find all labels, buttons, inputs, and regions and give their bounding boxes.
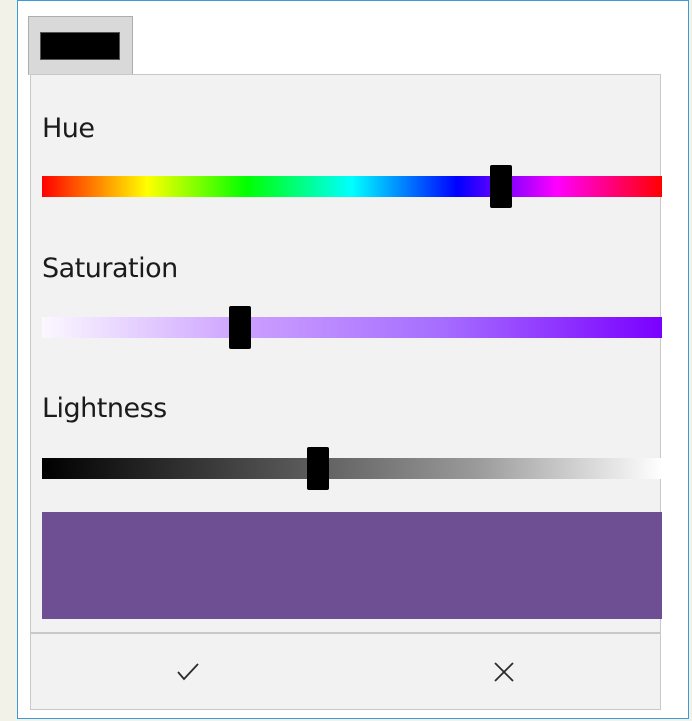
color-picker-flyout: Hue Saturation Lightness bbox=[30, 74, 662, 710]
current-color-swatch bbox=[40, 32, 120, 60]
saturation-label: Saturation bbox=[42, 253, 178, 284]
color-swatch-button[interactable] bbox=[28, 16, 133, 75]
saturation-slider-track[interactable] bbox=[42, 306, 662, 349]
close-icon bbox=[494, 661, 514, 682]
color-preview bbox=[42, 512, 662, 619]
cancel-button[interactable] bbox=[347, 634, 661, 709]
saturation-slider-thumb[interactable] bbox=[229, 306, 252, 349]
window: Hue Saturation Lightness bbox=[17, 0, 689, 719]
checkmark-icon bbox=[177, 662, 199, 680]
lightness-slider-thumb[interactable] bbox=[306, 447, 329, 490]
lightness-label: Lightness bbox=[42, 393, 167, 424]
hue-label: Hue bbox=[42, 113, 95, 144]
lightness-slider-track[interactable] bbox=[42, 447, 662, 490]
hue-slider-track[interactable] bbox=[42, 165, 662, 208]
accept-button[interactable] bbox=[31, 634, 345, 709]
hue-slider-thumb[interactable] bbox=[489, 165, 512, 208]
